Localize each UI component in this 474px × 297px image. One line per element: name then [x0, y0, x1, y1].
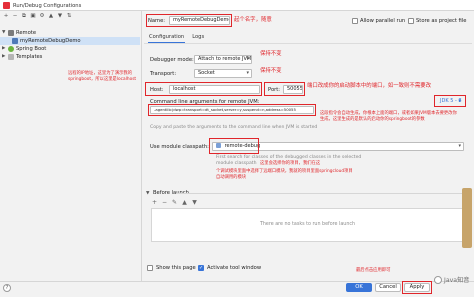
chevron-right-icon[interactable]: ▶	[2, 45, 6, 53]
module-annotation-2: 个调试模块里面中选择了远端口模块，我就的项目里面springcloud项目	[216, 169, 353, 174]
module-hint-2: module classpath	[216, 161, 257, 166]
port-highlight	[264, 82, 305, 96]
tree-item-templates[interactable]: ▶ Templates	[2, 53, 140, 61]
host-highlight	[145, 82, 262, 96]
chevron-down-icon: ▾	[246, 56, 249, 62]
keep-unchanged-annotation-1: 保持不变	[260, 51, 282, 57]
store-project-label: Store as project file	[416, 18, 467, 24]
transport-value: Socket	[198, 70, 215, 76]
transport-label: Transport:	[150, 71, 177, 77]
show-page-checkbox[interactable]	[147, 265, 153, 271]
tree-item-label: Remote	[16, 30, 37, 36]
move-down-icon[interactable]: ▼	[57, 13, 63, 19]
allow-parallel-checkbox[interactable]	[352, 18, 358, 24]
jdk-annotation-1: 这段指令会自动生成，你根本上面的端口，或者如果JVM版本去要更改你	[320, 111, 457, 116]
before-launch-empty-message: There are no tasks to run before launch	[259, 222, 356, 227]
tab-configuration[interactable]: Configuration	[148, 34, 186, 43]
chevron-down-icon[interactable]: ▼	[2, 29, 6, 37]
allow-parallel-label: Allow parallel run	[360, 18, 406, 24]
panel-splitter[interactable]	[141, 11, 142, 281]
config-tabs: Configuration Logs	[148, 34, 205, 43]
watermark-text: Java知音	[444, 277, 470, 284]
run-config-icon	[12, 38, 18, 44]
before-launch-list[interactable]: There are no tasks to run before launch	[151, 208, 464, 242]
side-decoration	[462, 188, 472, 248]
config-tree: ▼ Remote myRemoteDebugDemo ▶ Spring Boot…	[0, 23, 140, 281]
remove-icon[interactable]: −	[12, 13, 18, 19]
watermark: Java知音	[434, 275, 469, 284]
show-page-label: Show this page	[156, 265, 196, 271]
tree-item-label: Templates	[16, 54, 43, 60]
tree-item-label: myRemoteDebugDemo	[20, 38, 81, 44]
before-launch-divider	[176, 193, 466, 194]
module-highlight	[209, 138, 259, 154]
add-icon[interactable]: +	[151, 199, 158, 206]
jdk-annotation-2: 生成，这里生成的是默认的启动你的springboot的参数	[320, 117, 425, 122]
tabs-divider	[144, 43, 472, 44]
tree-item-spring-boot[interactable]: ▶ Spring Boot	[2, 45, 140, 53]
add-icon[interactable]: +	[3, 13, 9, 19]
tab-logs[interactable]: Logs	[191, 34, 205, 43]
module-annotation-1: 这里会选择你的项目，我们在这	[260, 161, 321, 166]
transport-select[interactable]: Socket ▾	[194, 69, 252, 78]
before-launch-toolbar: + − ✎ ▲ ▼	[151, 199, 198, 206]
jdk-highlight	[434, 95, 466, 107]
window-title: Run/Debug Configurations	[13, 2, 82, 9]
move-down-icon[interactable]: ▼	[191, 199, 198, 206]
debugger-mode-value: Attach to remote JVM	[198, 56, 252, 62]
move-up-icon[interactable]: ▲	[48, 13, 54, 19]
cmd-args-hint: Copy and paste the arguments to the comm…	[150, 125, 318, 130]
templates-icon	[8, 54, 14, 60]
activate-tool-label: Activate tool window	[207, 265, 262, 271]
edit-icon[interactable]: ✎	[171, 199, 178, 206]
module-annotation-3: 自动调用的模块	[216, 175, 247, 180]
apply-annotation: 最后点击应用即可	[356, 268, 391, 273]
tree-item-remote[interactable]: ▼ Remote	[2, 29, 140, 37]
cmd-args-highlight	[148, 104, 316, 116]
help-button[interactable]: ?	[3, 284, 11, 292]
module-classpath-label: Use module classpath:	[150, 144, 209, 150]
debugger-mode-select[interactable]: Attach to remote JVM ▾	[194, 55, 252, 64]
sort-icon[interactable]: ⇅	[66, 13, 72, 19]
chevron-down-icon: ▾	[246, 70, 249, 76]
app-logo-icon	[3, 2, 10, 9]
move-up-icon[interactable]: ▲	[181, 199, 188, 206]
title-bar: Run/Debug Configurations	[0, 0, 474, 11]
remove-icon[interactable]: −	[161, 199, 168, 206]
cancel-button[interactable]: Cancel	[375, 283, 401, 292]
tree-item-label: Spring Boot	[16, 46, 47, 52]
watermark-logo-icon	[434, 275, 442, 284]
wrench-icon[interactable]: ⚙	[39, 13, 45, 19]
name-highlight	[146, 14, 232, 27]
debugger-mode-label: Debugger mode:	[150, 57, 194, 63]
copy-icon[interactable]: ⧉	[21, 13, 27, 19]
save-icon[interactable]: ▣	[30, 13, 36, 19]
host-annotation: 远程的IP地址，这里为了演示我的springboot，所以这里是localhos…	[68, 71, 137, 82]
chevron-right-icon[interactable]: ▶	[2, 53, 6, 61]
store-project-checkbox[interactable]	[408, 18, 414, 24]
spring-icon	[8, 46, 14, 52]
keep-unchanged-annotation-2: 保持不变	[260, 68, 282, 74]
config-toolbar: + − ⧉ ▣ ⚙ ▲ ▼ ⇅	[3, 13, 72, 21]
activate-tool-checkbox[interactable]: ✓	[198, 265, 204, 271]
apply-highlight	[402, 281, 432, 294]
chevron-down-icon[interactable]: ▼	[146, 191, 150, 196]
name-annotation: 起个名字，随意	[234, 17, 272, 23]
port-annotation: 端口改成你的启动脚本中的端口，如一致则不需要改	[307, 83, 431, 89]
tree-item-myremotedebugdemo[interactable]: myRemoteDebugDemo	[0, 37, 140, 45]
ok-button[interactable]: OK	[346, 283, 372, 292]
chevron-down-icon: ▾	[458, 143, 461, 149]
remote-icon	[8, 30, 14, 36]
